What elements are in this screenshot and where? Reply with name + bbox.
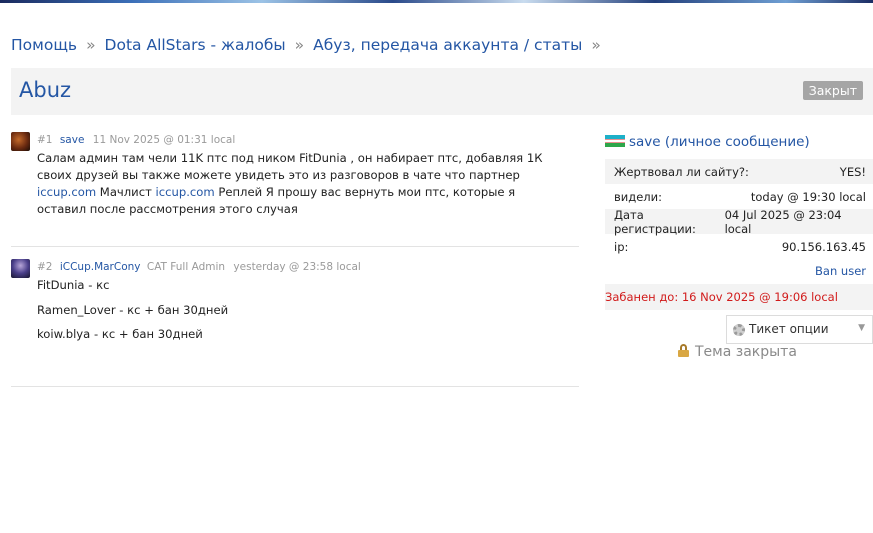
avatar[interactable] [11, 259, 30, 278]
post-line: Ramen_Lover - кс + бан 30дней [37, 302, 229, 317]
info-label: Жертвовал ли сайту?: [614, 164, 749, 179]
divider [11, 246, 579, 247]
chevron-down-icon: ▼ [858, 323, 865, 333]
ban-user-link[interactable]: Ban user [815, 264, 866, 278]
uzbekistan-flag-icon [605, 135, 625, 147]
post-header: #2 iCCup.MarCony CAT Full Admin yesterda… [37, 261, 361, 273]
iccup-link[interactable]: iccup.com [156, 185, 215, 199]
post-date: yesterday @ 23:58 local [233, 261, 361, 273]
user-name-link[interactable]: save [629, 134, 661, 150]
status-badge: Закрыт [802, 81, 863, 100]
info-row-last-seen: видели: today @ 19:30 local [605, 184, 873, 209]
ticket-options-label: Тикет опции [749, 322, 829, 336]
post-line: FitDunia - кс [37, 278, 110, 292]
info-row-donated: Жертвовал ли сайту?: YES! [605, 159, 873, 184]
ticket-options-dropdown[interactable]: Тикет опции ▼ [726, 315, 873, 344]
info-row-registered: Дата регистрации: 04 Jul 2025 @ 23:04 lo… [605, 207, 873, 236]
post-text: Мачлист [96, 185, 156, 199]
info-label: Дата регистрации: [614, 207, 696, 236]
info-label: видели: [614, 189, 662, 204]
post-number[interactable]: #2 [37, 261, 52, 273]
post-author[interactable]: iCCup.MarCony [60, 261, 141, 273]
post-number[interactable]: #1 [37, 134, 52, 146]
banned-until-notice: Забанен до: 16 Nov 2025 @ 19:06 local [605, 284, 873, 310]
post-line: koiw.blya - кс + бан 30дней [37, 327, 203, 342]
post-body: Салам админ там чели 11K птс под ником F… [37, 150, 567, 218]
topic-title: Abuz [19, 78, 72, 102]
post-body: FitDunia - кс Ramen_Lover - кс + бан 30д… [37, 277, 567, 351]
gear-icon [733, 324, 745, 336]
breadcrumb-separator: » [591, 36, 601, 54]
breadcrumb: Помощь » Dota AllStars - жалобы » Абуз, пере… [11, 36, 610, 54]
private-message-link[interactable]: (личное сообщение) [665, 134, 810, 150]
iccup-link[interactable]: iccup.com [37, 185, 96, 199]
post-header: #1 save 11 Nov 2025 @ 01:31 local [37, 134, 235, 146]
topic-title-bar: Abuz Закрыт [11, 68, 873, 115]
post-text: Салам админ там чели 11K птс под ником F… [37, 151, 543, 182]
user-panel-header: save (личное сообщение) [605, 134, 810, 150]
info-value: 90.156.163.45 [781, 239, 866, 254]
info-value: today @ 19:30 local [750, 189, 866, 204]
post-author[interactable]: save [60, 134, 85, 146]
info-value: YES! [839, 164, 866, 179]
info-value: 04 Jul 2025 @ 23:04 local [724, 207, 842, 236]
info-label: ip: [614, 239, 629, 254]
breadcrumb-dota-complaints[interactable]: Dota AllStars - жалобы [105, 36, 286, 54]
breadcrumb-separator: » [86, 36, 96, 54]
avatar[interactable] [11, 132, 30, 151]
breadcrumb-separator: » [294, 36, 305, 54]
lock-icon [678, 344, 689, 357]
top-banner [0, 0, 873, 3]
topic-closed-notice: Тема закрыта [678, 344, 797, 360]
breadcrumb-abuse-section[interactable]: Абуз, передача аккаунта / статы [313, 36, 582, 54]
divider [11, 386, 579, 387]
post-date: 11 Nov 2025 @ 01:31 local [92, 134, 236, 146]
breadcrumb-help[interactable]: Помощь [11, 36, 77, 54]
topic-closed-label: Тема закрыта [695, 344, 797, 360]
post-author-rank: CAT Full Admin [146, 261, 226, 273]
user-info-table: Жертвовал ли сайту?: YES! видели: today … [605, 159, 873, 259]
info-row-ip: ip: 90.156.163.45 [605, 234, 873, 259]
